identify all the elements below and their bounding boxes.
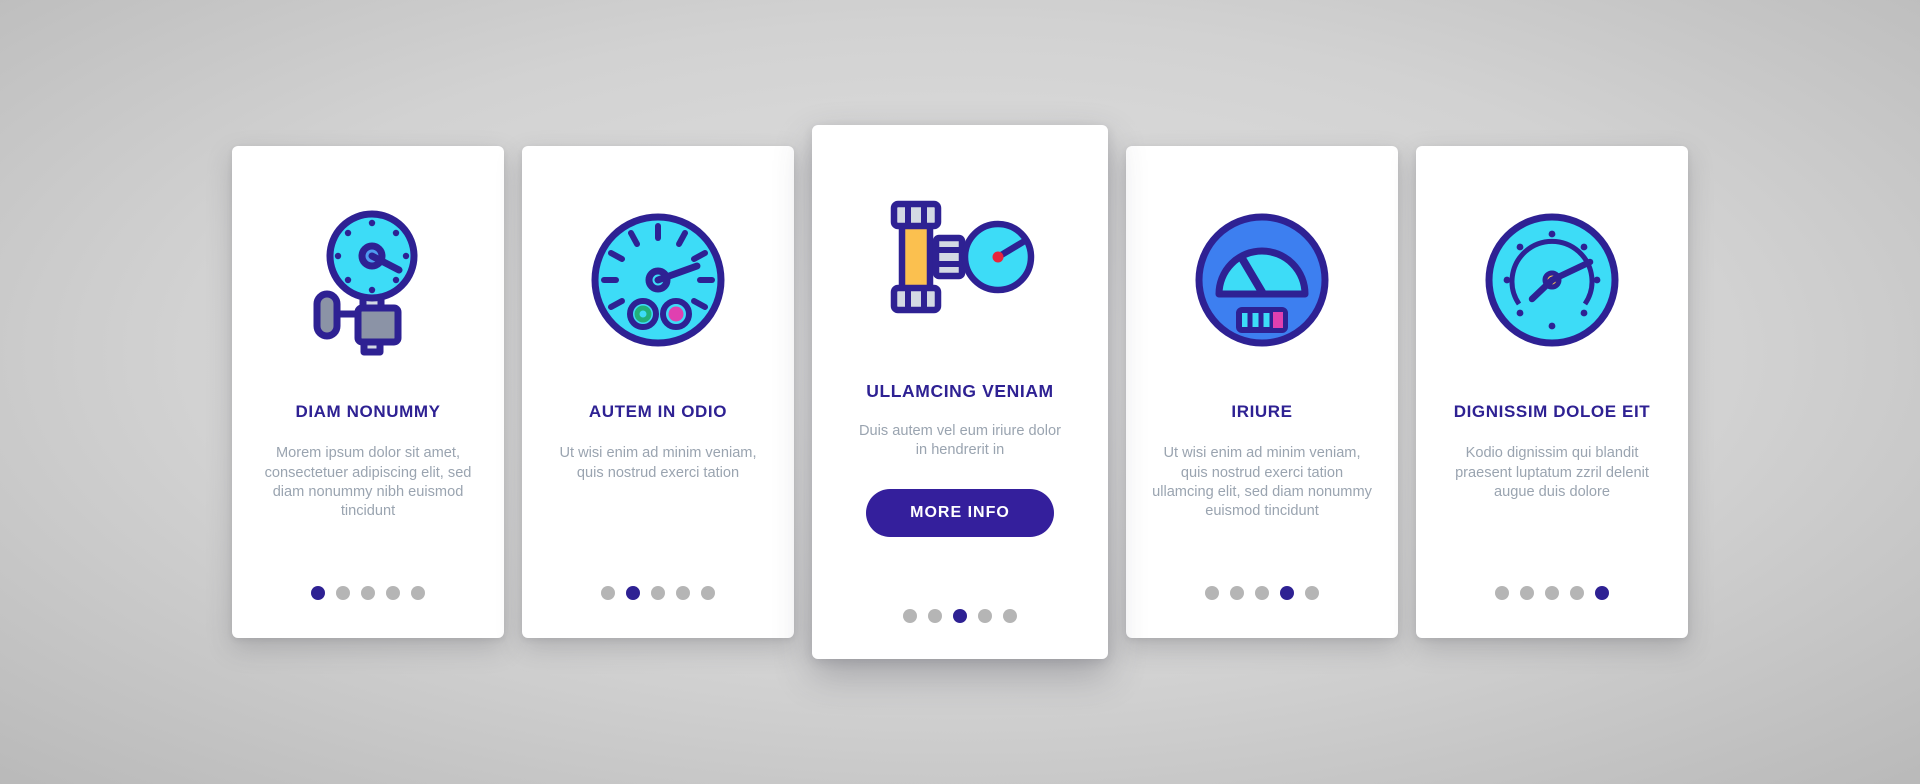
fuel-gauge-icon (1144, 192, 1380, 368)
pagination-dot[interactable] (1520, 586, 1534, 600)
pagination-dots[interactable] (232, 586, 504, 600)
pagination-dot[interactable] (978, 609, 992, 623)
pagination-dot[interactable] (411, 586, 425, 600)
pagination-dots[interactable] (1416, 586, 1688, 600)
pagination-dots[interactable] (812, 609, 1108, 623)
onboarding-card-ullamcing-veniam[interactable]: ULLAMCING VENIAM Duis autem vel eum iriu… (812, 125, 1108, 659)
more-info-button[interactable]: MORE INFO (866, 488, 1054, 537)
pagination-dot[interactable] (311, 586, 325, 600)
pagination-dot[interactable] (903, 609, 917, 623)
card-body: Kodio dignissim qui blandit praesent lup… (1455, 445, 1649, 500)
pagination-dot[interactable] (701, 586, 715, 600)
pagination-dot[interactable] (651, 586, 665, 600)
pagination-dot[interactable] (1570, 586, 1584, 600)
card-body: Morem ipsum dolor sit amet, consectetuer… (264, 445, 472, 520)
speedometer-dial-icon (540, 192, 776, 368)
pagination-dot[interactable] (386, 586, 400, 600)
pagination-dot[interactable] (928, 609, 942, 623)
pagination-dot[interactable] (1255, 586, 1269, 600)
card-body: Duis autem vel eum iriure dolor in hendr… (859, 423, 1061, 459)
pagination-dot[interactable] (1230, 586, 1244, 600)
onboarding-card-dignissim-doloe-eit[interactable]: DIGNISSIM DOLOE EIT Kodio dignissim qui … (1416, 146, 1688, 638)
card-title: IRIURE (1231, 402, 1293, 421)
card-title: DIGNISSIM DOLOE EIT (1453, 402, 1651, 421)
pagination-dot[interactable] (676, 586, 690, 600)
pagination-dots[interactable] (522, 586, 794, 600)
onboarding-card-iriure[interactable]: IRIURE Ut wisi enim ad minim veniam, qui… (1126, 146, 1398, 638)
card-body: Ut wisi enim ad minim veniam, quis nostr… (559, 445, 757, 481)
pagination-dot[interactable] (1280, 586, 1294, 600)
barometer-dial-icon (1434, 192, 1670, 368)
pagination-dot[interactable] (1003, 609, 1017, 623)
card-body: Ut wisi enim ad minim veniam, quis nostr… (1152, 445, 1372, 520)
pagination-dot[interactable] (361, 586, 375, 600)
pagination-dot[interactable] (953, 609, 967, 623)
card-title: ULLAMCING VENIAM (866, 381, 1054, 401)
pagination-dot[interactable] (626, 586, 640, 600)
onboarding-card-diam-nonummy[interactable]: DIAM NONUMMY Morem ipsum dolor sit amet,… (232, 146, 504, 638)
card-title: AUTEM IN ODIO (588, 402, 728, 421)
pipe-valve-manometer-icon (832, 175, 1088, 357)
pagination-dot[interactable] (1545, 586, 1559, 600)
pagination-dot[interactable] (1495, 586, 1509, 600)
pagination-dot[interactable] (336, 586, 350, 600)
onboarding-card-autem-in-odio[interactable]: AUTEM IN ODIO Ut wisi enim ad minim veni… (522, 146, 794, 638)
pagination-dot[interactable] (601, 586, 615, 600)
pagination-dot[interactable] (1305, 586, 1319, 600)
pagination-dots[interactable] (1126, 586, 1398, 600)
card-title: DIAM NONUMMY (295, 402, 441, 421)
onboarding-screens-row: DIAM NONUMMY Morem ipsum dolor sit amet,… (0, 0, 1920, 784)
pressure-gauge-valve-icon (250, 192, 486, 368)
pagination-dot[interactable] (1205, 586, 1219, 600)
pagination-dot[interactable] (1595, 586, 1609, 600)
